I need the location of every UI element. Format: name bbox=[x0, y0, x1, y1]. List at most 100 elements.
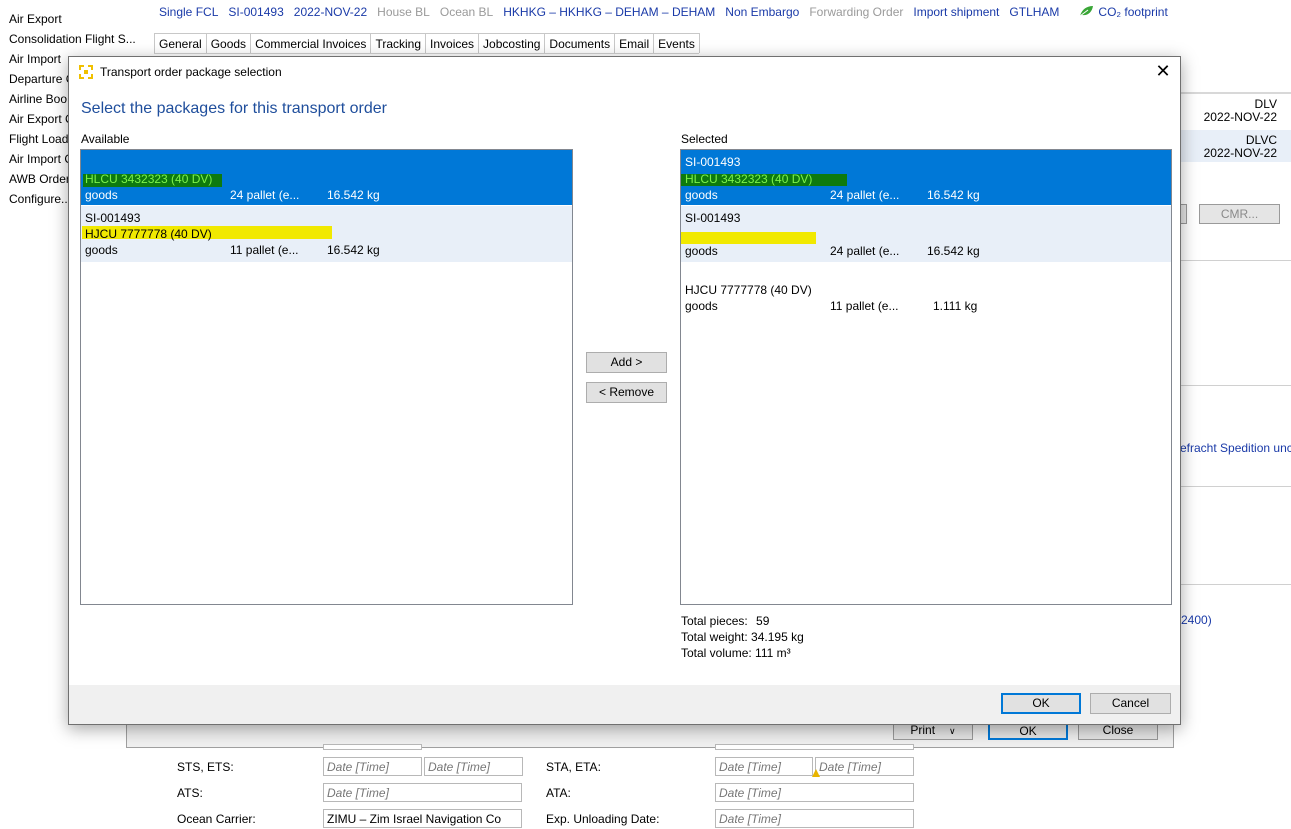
divider bbox=[1181, 92, 1291, 94]
package-qty: 11 pallet (e... bbox=[230, 243, 299, 257]
tab-events[interactable]: Events bbox=[653, 33, 700, 53]
package-weight: 16.542 kg bbox=[927, 244, 980, 258]
total-volume-value: 111 m³ bbox=[755, 646, 791, 660]
divider bbox=[1181, 385, 1291, 386]
sta-eta-label: STA, ETA: bbox=[546, 760, 601, 774]
highlight-marker bbox=[681, 232, 816, 244]
total-weight-label: Total weight: bbox=[681, 630, 748, 644]
sidebar-item-air-export[interactable]: Air Export bbox=[9, 12, 62, 26]
cmr-button[interactable]: CMR... bbox=[1199, 204, 1280, 224]
tab-goods[interactable]: Goods bbox=[205, 33, 252, 53]
leaf-icon bbox=[1080, 6, 1094, 17]
package-weight: 16.542 kg bbox=[327, 243, 380, 257]
house-bl-link[interactable]: House BL bbox=[377, 4, 430, 22]
ocean-carrier-field[interactable]: ZIMU – Zim Israel Navigation Co bbox=[323, 809, 522, 828]
partner-link[interactable]: efracht Spedition unc bbox=[1180, 441, 1291, 455]
close-icon[interactable]: ✕ bbox=[1151, 61, 1175, 83]
divider bbox=[1181, 486, 1291, 487]
sidebar-item-configure[interactable]: Configure... bbox=[9, 192, 71, 206]
sidebar-item-flight-load[interactable]: Flight Load bbox=[9, 132, 68, 146]
package-desc: goods bbox=[85, 243, 118, 257]
tab-invoices[interactable]: Invoices bbox=[425, 33, 480, 53]
tab-commercial-invoices[interactable]: Commercial Invoices bbox=[250, 33, 372, 53]
route-link[interactable]: HKHKG – HKHKG – DEHAM – DEHAM bbox=[503, 4, 715, 22]
sidebar-item-departure[interactable]: Departure C bbox=[9, 72, 74, 86]
package-weight: 16.542 kg bbox=[927, 188, 980, 202]
sidebar-item-air-export-c[interactable]: Air Export C bbox=[9, 112, 74, 126]
package-desc: goods bbox=[85, 188, 118, 202]
package-container: HJCU 7777778 (40 DV) bbox=[85, 227, 212, 241]
warning-icon bbox=[812, 769, 820, 777]
dialog-body: Select the packages for this transport o… bbox=[69, 87, 1180, 685]
package-container: HLCU 3432323 (40 DV) bbox=[685, 172, 813, 186]
list-item[interactable]: SI-001493 HLCU 3432323 (40 DV) goods 24 … bbox=[681, 150, 1171, 205]
code-link[interactable]: 2400) bbox=[1181, 613, 1212, 627]
sta-field[interactable]: Date [Time] bbox=[715, 757, 813, 776]
ata-field[interactable]: Date [Time] bbox=[715, 783, 914, 802]
sidebar-item-awb-order[interactable]: AWB Order bbox=[9, 172, 70, 186]
add-button[interactable]: Add > bbox=[586, 352, 667, 373]
dlv-status: DLV 2022-NOV-22 bbox=[1181, 98, 1277, 124]
sidebar-item-airline-booking[interactable]: Airline Boo bbox=[9, 92, 67, 106]
list-item[interactable]: SI-001493 goods 24 pallet (e... 16.542 k… bbox=[681, 206, 1171, 262]
import-shipment-link[interactable]: Import shipment bbox=[913, 4, 999, 22]
cancel-button[interactable]: Cancel bbox=[1090, 693, 1171, 714]
hidden-button-edge bbox=[1181, 204, 1187, 224]
tab-email[interactable]: Email bbox=[614, 33, 655, 53]
shipment-id[interactable]: SI-001493 bbox=[228, 4, 283, 22]
tab-documents[interactable]: Documents bbox=[544, 33, 616, 53]
tab-jobcosting[interactable]: Jobcosting bbox=[478, 33, 546, 53]
sts-ets-label: STS, ETS: bbox=[177, 760, 234, 774]
exp-unloading-field[interactable]: Date [Time] bbox=[715, 809, 914, 828]
remove-button[interactable]: < Remove bbox=[586, 382, 667, 403]
ats-field[interactable]: Date [Time] bbox=[323, 783, 522, 802]
package-desc: goods bbox=[685, 244, 718, 258]
shipment-type[interactable]: Single FCL bbox=[159, 4, 218, 22]
ok-button[interactable]: OK bbox=[1001, 693, 1081, 714]
embargo-status[interactable]: Non Embargo bbox=[725, 4, 799, 22]
totals-block: Total pieces: 59 Total weight: 34.195 kg… bbox=[681, 613, 804, 661]
package-qty: 11 pallet (e... bbox=[830, 299, 899, 313]
app-logo-icon bbox=[79, 65, 93, 79]
co2-footprint-link[interactable]: CO₂ footprint bbox=[1079, 4, 1168, 22]
list-item[interactable]: HJCU 7777778 (40 DV) goods 11 pallet (e.… bbox=[681, 262, 1171, 318]
shipment-tabs: General Goods Commercial Invoices Tracki… bbox=[154, 33, 700, 54]
print-button-label: Print bbox=[910, 723, 936, 737]
sidebar-item-consolidation-flight[interactable]: Consolidation Flight S... bbox=[9, 32, 136, 46]
list-item[interactable]: HLCU 3432323 (40 DV) goods 24 pallet (e.… bbox=[81, 150, 572, 205]
sidebar-item-air-import[interactable]: Air Import bbox=[9, 52, 61, 66]
list-item[interactable]: SI-001493 HJCU 7777778 (40 DV) goods 11 … bbox=[81, 206, 572, 262]
package-qty: 24 pallet (e... bbox=[830, 188, 900, 202]
package-weight: 16.542 kg bbox=[327, 188, 380, 202]
divider bbox=[1181, 260, 1291, 261]
sts-field[interactable]: Date [Time] bbox=[323, 757, 422, 776]
eta-field[interactable]: Date [Time] bbox=[815, 757, 914, 776]
ocean-bl-link[interactable]: Ocean BL bbox=[440, 4, 493, 22]
forwarding-order-link[interactable]: Forwarding Order bbox=[809, 4, 903, 22]
dialog-titlebar: Transport order package selection ✕ bbox=[69, 57, 1180, 87]
co2-footprint-label: CO₂ footprint bbox=[1098, 5, 1168, 19]
ats-label: ATS: bbox=[177, 786, 203, 800]
available-label: Available bbox=[81, 132, 130, 146]
transport-order-dialog: Transport order package selection ✕ Sele… bbox=[68, 56, 1181, 725]
hidden-field bbox=[323, 744, 422, 750]
total-pieces-label: Total pieces: bbox=[681, 614, 748, 628]
selected-list[interactable]: SI-001493 HLCU 3432323 (40 DV) goods 24 … bbox=[680, 149, 1172, 605]
package-ref: SI-001493 bbox=[85, 211, 141, 225]
tab-general[interactable]: General bbox=[154, 33, 207, 53]
ocean-carrier-label: Ocean Carrier: bbox=[177, 812, 256, 826]
shipment-date[interactable]: 2022-NOV-22 bbox=[294, 4, 367, 22]
package-desc: goods bbox=[685, 299, 718, 313]
total-weight-value: 34.195 kg bbox=[751, 630, 804, 644]
package-container: HLCU 3432323 (40 DV) bbox=[85, 172, 213, 186]
tab-tracking[interactable]: Tracking bbox=[370, 33, 427, 53]
ets-field[interactable]: Date [Time] bbox=[424, 757, 523, 776]
available-list[interactable]: HLCU 3432323 (40 DV) goods 24 pallet (e.… bbox=[80, 149, 573, 605]
dlvc-date: 2022-NOV-22 bbox=[1203, 146, 1277, 160]
office-code[interactable]: GTLHAM bbox=[1009, 4, 1059, 22]
sidebar-item-air-import-c[interactable]: Air Import C bbox=[9, 152, 73, 166]
package-container: HJCU 7777778 (40 DV) bbox=[685, 283, 812, 297]
exp-unloading-label: Exp. Unloading Date: bbox=[546, 812, 660, 826]
package-ref: SI-001493 bbox=[685, 211, 741, 225]
total-volume-label: Total volume: bbox=[681, 646, 752, 660]
